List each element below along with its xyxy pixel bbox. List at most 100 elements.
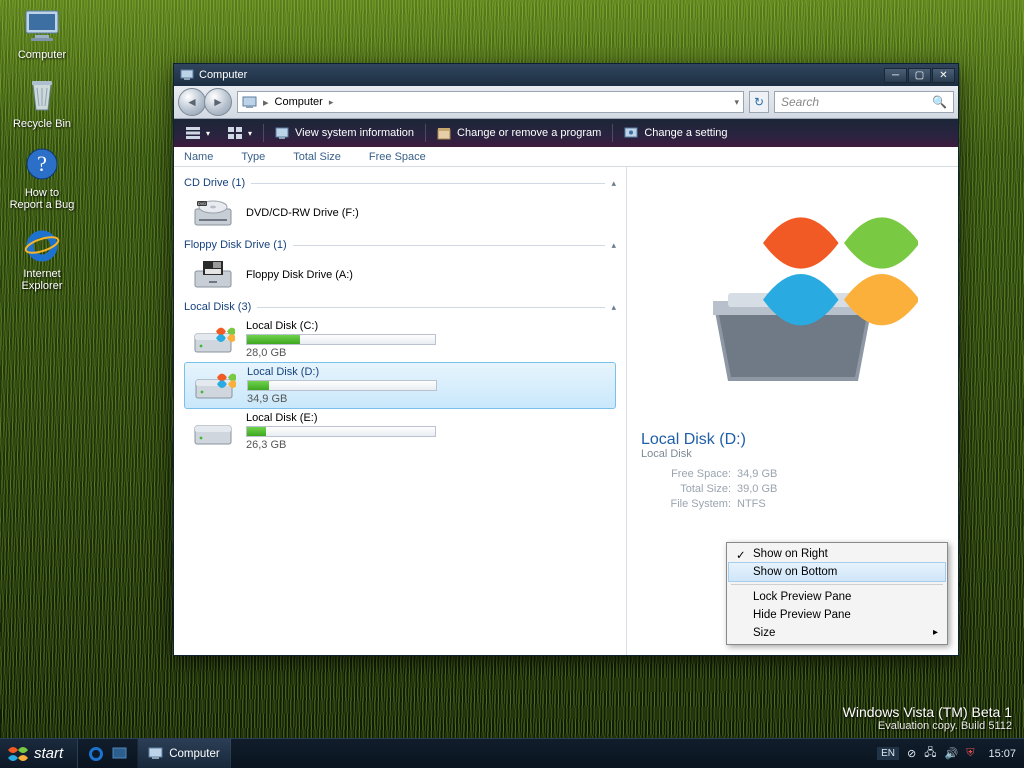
taskbar[interactable]: start Computer EN ⊘ 🖧 🔊 ⛨ 15:07 [0, 738, 1024, 768]
tray-icon[interactable]: ⊘ [907, 747, 916, 760]
help-icon: ? [22, 144, 62, 184]
menu-size[interactable]: Size [729, 624, 945, 642]
maximize-button[interactable]: ▢ [908, 68, 931, 83]
group-cd[interactable]: CD Drive (1)▴ [184, 177, 616, 189]
ie-icon[interactable] [88, 746, 104, 762]
menu-show-bottom[interactable]: Show on Bottom [728, 562, 946, 582]
start-button[interactable]: start [0, 739, 78, 768]
organize-button[interactable]: ▾ [178, 122, 218, 144]
address-bar[interactable]: ▸ Computer ▾ [237, 91, 744, 113]
cmd-change-remove[interactable]: Change or remove a program [429, 122, 609, 144]
preview-subtitle: Local Disk [641, 448, 944, 460]
explorer-window: Computer ─ ▢ ✕ ◄ ► ▸ Computer ▾ ↻ Search… [173, 63, 959, 656]
menu-hide-preview[interactable]: Hide Preview Pane [729, 606, 945, 624]
separator [263, 124, 264, 142]
search-placeholder: Search [781, 95, 819, 109]
group-local[interactable]: Local Disk (3)▴ [184, 301, 616, 313]
cmd-system-info[interactable]: View system information [267, 122, 422, 144]
menu-separator [731, 584, 943, 585]
desktop-recycle-bin[interactable]: Recycle Bin [6, 75, 78, 130]
capacity-bar [246, 334, 436, 345]
drive-floppy[interactable]: Floppy Disk Drive (A:) [184, 255, 616, 295]
system-tray[interactable]: EN ⊘ 🖧 🔊 ⛨ 15:07 [869, 744, 1024, 763]
lang-indicator[interactable]: EN [877, 747, 899, 760]
os-branding: Windows Vista (TM) Beta 1 Evaluation cop… [843, 704, 1012, 732]
drive-listing[interactable]: CD Drive (1)▴ DVD DVD/CD-RW Drive (F:) F… [174, 167, 626, 655]
preview-drive-icon [641, 175, 944, 427]
drive-dvd[interactable]: DVD DVD/CD-RW Drive (F:) [184, 193, 616, 233]
minimize-button[interactable]: ─ [884, 68, 907, 83]
taskbar-app-computer[interactable]: Computer [138, 739, 231, 768]
capacity-bar [246, 426, 436, 437]
drive-e[interactable]: Local Disk (E:) 26,3 GB [184, 409, 616, 454]
quicklaunch-area[interactable] [78, 739, 138, 768]
preview-title: Local Disk (D:) [641, 431, 944, 449]
organize-icon [186, 127, 200, 139]
desktop-icons: Computer Recycle Bin ? How to Report a B… [6, 6, 78, 292]
desktop-ie[interactable]: Internet Explorer [6, 225, 78, 292]
floppy-drive-label: Floppy Disk Drive (A:) [246, 269, 353, 281]
drive-d[interactable]: Local Disk (D:) 34,9 GB [184, 362, 616, 409]
titlebar[interactable]: Computer ─ ▢ ✕ [174, 64, 958, 86]
ie-icon [22, 225, 62, 265]
svg-text:?: ? [37, 151, 47, 176]
meta-total-key: Total Size: [641, 483, 731, 495]
drive-c[interactable]: Local Disk (C:) 28,0 GB [184, 317, 616, 362]
views-button[interactable]: ▾ [220, 122, 260, 144]
address-icon [242, 96, 257, 109]
tray-volume-icon[interactable]: 🔊 [945, 747, 959, 760]
chevron-up-icon[interactable]: ▴ [611, 178, 616, 189]
tray-security-icon[interactable]: ⛨ [966, 747, 974, 760]
hdd-icon [190, 323, 236, 357]
search-input[interactable]: Search 🔍 [774, 91, 954, 113]
programs-icon [437, 127, 451, 140]
preview-pane: Local Disk (D:) Local Disk Free Space: 3… [626, 167, 958, 655]
chevron-up-icon[interactable]: ▴ [611, 240, 616, 251]
floppy-drive-icon [190, 258, 236, 292]
search-icon: 🔍 [932, 95, 947, 109]
close-button[interactable]: ✕ [932, 68, 955, 83]
col-total[interactable]: Total Size [293, 151, 341, 163]
group-floppy[interactable]: Floppy Disk Drive (1)▴ [184, 239, 616, 251]
dvd-drive-label: DVD/CD-RW Drive (F:) [246, 207, 359, 219]
refresh-button[interactable]: ↻ [749, 91, 769, 113]
desktop-report-bug[interactable]: ? How to Report a Bug [6, 144, 78, 211]
menu-lock-preview[interactable]: Lock Preview Pane [729, 588, 945, 606]
drive-d-label: Local Disk (D:) [247, 366, 437, 378]
window-title: Computer [199, 69, 247, 81]
desktop-computer[interactable]: Computer [6, 6, 78, 61]
meta-free-key: Free Space: [641, 468, 731, 480]
drive-e-cap: 26,3 GB [246, 439, 436, 451]
sysinfo-icon [275, 127, 289, 140]
hdd-icon [190, 415, 236, 449]
col-type[interactable]: Type [241, 151, 265, 163]
column-headers: Name Type Total Size Free Space [174, 147, 958, 167]
cmd-change-setting[interactable]: Change a setting [616, 122, 735, 144]
command-bar: ▾ ▾ View system information Change or re… [174, 119, 958, 147]
meta-free-val: 34,9 GB [737, 468, 944, 480]
address-dropdown[interactable]: ▾ [734, 97, 739, 108]
context-menu: Show on Right Show on Bottom Lock Previe… [726, 542, 948, 645]
col-free[interactable]: Free Space [369, 151, 426, 163]
report-bug-label: How to Report a Bug [10, 187, 75, 211]
menu-show-right[interactable]: Show on Right [729, 545, 945, 563]
separator [612, 124, 613, 142]
breadcrumb-computer[interactable]: Computer [275, 96, 334, 108]
tray-network-icon[interactable]: 🖧 [924, 744, 936, 763]
meta-total-val: 39,0 GB [737, 483, 944, 495]
ie-label: Internet Explorer [22, 268, 63, 292]
settings-icon [624, 127, 638, 140]
clock[interactable]: 15:07 [988, 748, 1016, 760]
computer-icon [148, 747, 163, 760]
hdd-icon [191, 369, 237, 403]
back-button[interactable]: ◄ [178, 88, 206, 116]
chevron-up-icon[interactable]: ▴ [611, 302, 616, 313]
drive-c-cap: 28,0 GB [246, 347, 436, 359]
recycle-bin-icon [22, 75, 62, 115]
col-name[interactable]: Name [184, 151, 213, 163]
start-icon [8, 745, 28, 763]
forward-button[interactable]: ► [204, 88, 232, 116]
show-desktop-icon[interactable] [112, 747, 127, 760]
capacity-bar [247, 380, 437, 391]
navigation-row: ◄ ► ▸ Computer ▾ ↻ Search 🔍 [174, 86, 958, 119]
